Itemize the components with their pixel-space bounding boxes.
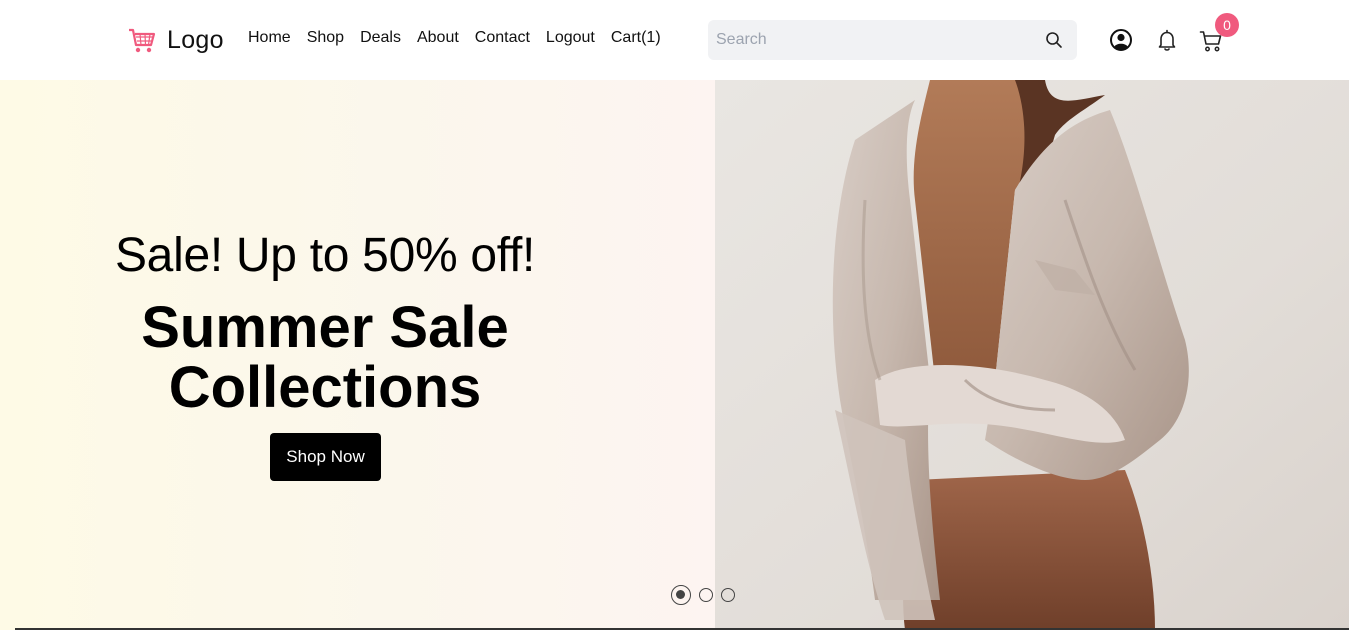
user-icon[interactable] xyxy=(1109,28,1133,52)
hero-title: Summer Sale Collections xyxy=(0,298,650,418)
search-bar xyxy=(708,20,1077,60)
nav-home[interactable]: Home xyxy=(248,29,291,47)
cart-count-badge: 0 xyxy=(1215,13,1239,37)
site-header: Logo Home Shop Deals About Contact Logou… xyxy=(0,0,1349,80)
nav-cart[interactable]: Cart(1) xyxy=(611,29,661,47)
hero-subtitle: Sale! Up to 50% off! xyxy=(114,229,536,282)
search-icon[interactable] xyxy=(1045,31,1063,49)
nav-shop[interactable]: Shop xyxy=(307,29,344,47)
hero-image xyxy=(715,80,1349,630)
model-photo xyxy=(715,80,1349,630)
hero-title-line-2: Collections xyxy=(168,355,482,420)
carousel-indicators xyxy=(671,585,735,605)
main-nav: Home Shop Deals About Contact Logout Car… xyxy=(248,29,661,47)
hero-title-line-1: Summer Sale xyxy=(141,295,509,360)
carousel-dot-1[interactable] xyxy=(671,585,691,605)
bell-icon[interactable] xyxy=(1155,28,1179,52)
nav-about[interactable]: About xyxy=(417,29,459,47)
shop-now-button[interactable]: Shop Now xyxy=(270,433,381,481)
hero-carousel: Sale! Up to 50% off! Summer Sale Collect… xyxy=(0,80,1349,630)
search-input[interactable] xyxy=(708,20,1038,60)
hero-text-panel: Sale! Up to 50% off! Summer Sale Collect… xyxy=(0,80,715,630)
nav-contact[interactable]: Contact xyxy=(475,29,530,47)
nav-logout[interactable]: Logout xyxy=(546,29,595,47)
logo-text: Logo xyxy=(167,25,224,54)
logo[interactable]: Logo xyxy=(127,24,224,56)
cart-logo-icon xyxy=(129,28,156,53)
nav-deals[interactable]: Deals xyxy=(360,29,401,47)
carousel-dot-3[interactable] xyxy=(721,588,735,602)
carousel-dot-2[interactable] xyxy=(699,588,713,602)
